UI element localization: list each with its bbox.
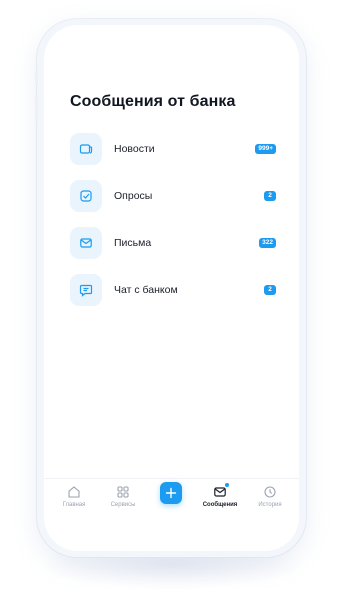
tab-label: Сервисы bbox=[110, 502, 136, 508]
tab-services[interactable]: Сервисы bbox=[100, 485, 146, 508]
list-item-label: Новости bbox=[114, 143, 155, 155]
phone-frame: Сообщения от банка Новости 999+ Опросы 2… bbox=[37, 19, 306, 557]
list-item-news[interactable]: Новости 999+ bbox=[70, 132, 276, 166]
screen: Сообщения от банка Новости 999+ Опросы 2… bbox=[44, 25, 299, 551]
tab-history[interactable]: История bbox=[247, 485, 293, 508]
list-item-chat[interactable]: Чат с банком 2 bbox=[70, 273, 276, 307]
tab-bar: Главная Сервисы Сообщения История bbox=[44, 478, 299, 551]
count-badge: 999+ bbox=[255, 144, 276, 154]
stage: Сообщения от банка Новости 999+ Опросы 2… bbox=[0, 0, 344, 616]
phone-side-button bbox=[35, 70, 38, 84]
add-button[interactable] bbox=[160, 482, 182, 504]
plus-icon bbox=[165, 487, 177, 499]
list-item-label: Письма bbox=[114, 237, 152, 249]
news-icon bbox=[70, 133, 102, 165]
messages-icon bbox=[214, 487, 226, 497]
count-badge: 2 bbox=[264, 285, 276, 295]
chat-icon bbox=[70, 274, 102, 306]
list-item-surveys[interactable]: Опросы 2 bbox=[70, 179, 276, 213]
messages-icon-wrap bbox=[213, 483, 229, 499]
grid-icon bbox=[117, 486, 129, 498]
home-icon bbox=[68, 486, 80, 498]
tab-label: История bbox=[258, 502, 282, 508]
list-item-label: Чат с банком bbox=[114, 284, 178, 296]
page-title: Сообщения от банка bbox=[70, 93, 236, 110]
list-item-label: Опросы bbox=[114, 190, 153, 202]
list-item-letters[interactable]: Письма 322 bbox=[70, 226, 276, 260]
count-badge: 322 bbox=[259, 238, 276, 248]
phone-side-button bbox=[35, 96, 38, 122]
tab-label: Сообщения bbox=[202, 502, 238, 508]
survey-icon bbox=[70, 180, 102, 212]
notification-dot bbox=[225, 483, 229, 487]
mail-icon bbox=[70, 227, 102, 259]
tab-home[interactable]: Главная bbox=[51, 485, 97, 508]
tab-messages[interactable]: Сообщения bbox=[197, 483, 243, 508]
history-icon bbox=[264, 486, 276, 498]
tab-label: Главная bbox=[62, 502, 86, 508]
count-badge: 2 bbox=[264, 191, 276, 201]
